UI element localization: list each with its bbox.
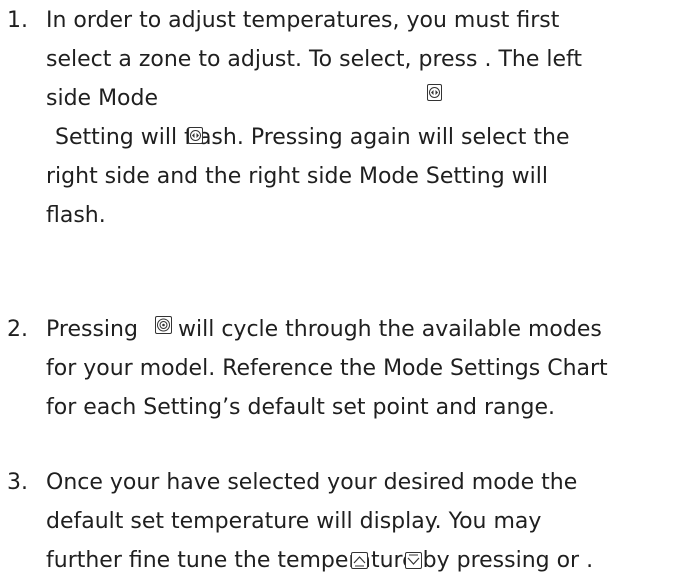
step-text-line: for each Setting’s default set point and… (46, 395, 555, 420)
zone-select-icon (188, 127, 203, 144)
step-text-line: Setting will flash. Pressing again will … (55, 125, 570, 150)
step-text-line: Once your have selected your desired mod… (46, 470, 578, 495)
step-text-line: default set temperature will display. Yo… (46, 509, 542, 534)
step-number: 2. (7, 317, 28, 342)
step-text-line: In order to adjust temperatures, you mus… (46, 8, 560, 33)
step-text-line: Pressing (46, 317, 138, 342)
step-text-line: for your model. Reference the Mode Setti… (46, 356, 608, 381)
step-text-line: right side and the right side Mode Setti… (46, 164, 549, 189)
step-number: 1. (7, 8, 28, 33)
temperature-up-icon (351, 552, 368, 569)
mode-icon (155, 316, 172, 334)
temperature-down-icon (405, 552, 422, 569)
step-number: 3. (7, 470, 28, 495)
step-text-line: select a zone to adjust. To select, pres… (46, 47, 582, 72)
step-text-line: side Mode (46, 86, 159, 111)
step-text-line: will cycle through the available modes (178, 317, 602, 342)
zone-select-icon (427, 84, 442, 101)
step-text-line: flash. (46, 203, 106, 228)
step-text-line: further fine tune the temperature by pre… (46, 548, 594, 573)
